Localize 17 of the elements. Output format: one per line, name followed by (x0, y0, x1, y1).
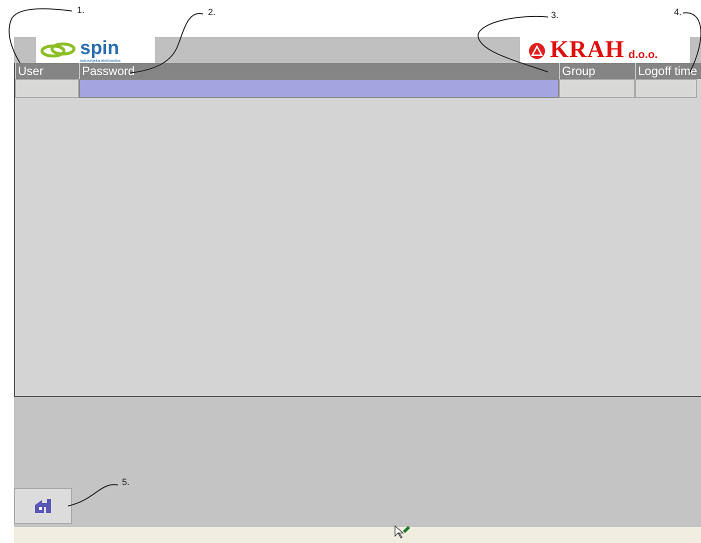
home-button[interactable] (14, 488, 72, 524)
leader-line (478, 16, 548, 72)
triangle-logo-icon (528, 42, 546, 60)
callout-number: 4. (674, 7, 682, 17)
callout-number: 3. (551, 10, 559, 20)
cursor-icon (394, 525, 410, 539)
callout-number: 5. (122, 477, 130, 487)
rings-icon (40, 41, 76, 59)
input-field[interactable] (79, 79, 559, 98)
callout-number: 1. (77, 5, 85, 15)
logo-suffix: d.o.o. (628, 48, 658, 62)
callout-number: 2. (208, 7, 216, 17)
house-icon (35, 499, 51, 513)
logo-name: spin (80, 38, 120, 58)
leader-line (68, 484, 118, 506)
leader-line (8, 8, 72, 64)
logo-name: KRAH (550, 38, 624, 62)
